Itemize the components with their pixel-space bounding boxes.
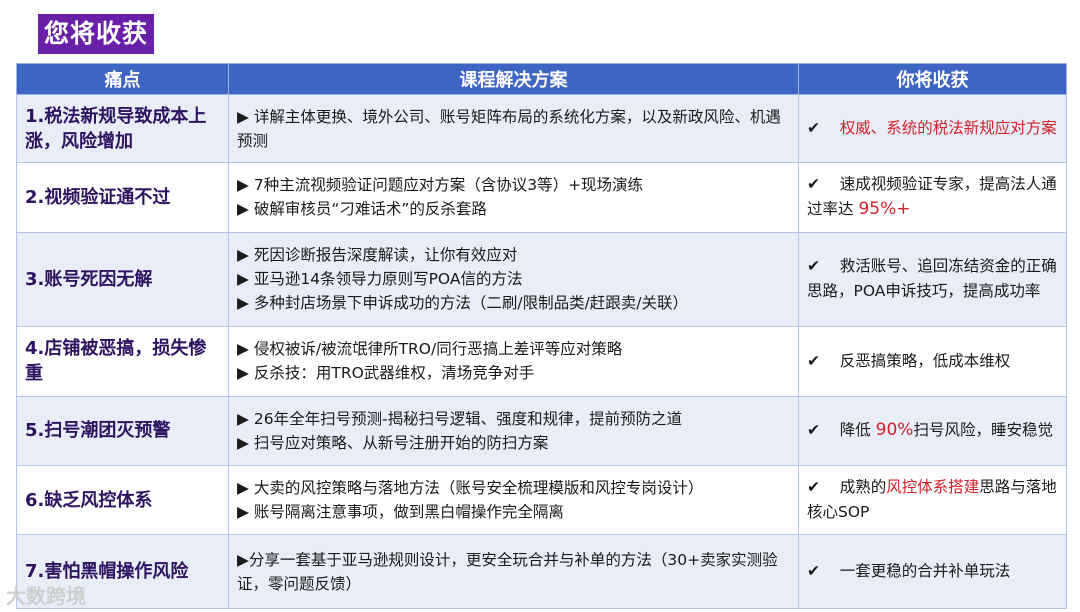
- pain-cell: 2.视频验证通不过: [16, 162, 229, 233]
- check-icon: ✔: [807, 257, 820, 276]
- benefits-table: 痛点 课程解决方案 你将收获 1.税法新规导致成本上涨，风险增加 ▶ 详解主体更…: [16, 63, 1067, 609]
- solution-line: ▶ 账号隔离注意事项，做到黑白帽操作完全隔离: [237, 503, 564, 522]
- check-icon: ✔: [807, 421, 820, 440]
- header-gain: 你将收获: [798, 63, 1067, 95]
- solution-cell: ▶ 26年全年扫号预测-揭秘扫号逻辑、强度和规律，提前预防之道 ▶ 扫号应对策略…: [228, 395, 799, 466]
- pain-cell: 6.缺乏风控体系: [16, 464, 229, 536]
- solution-line: ▶ 7种主流视频验证问题应对方案（含协议3等）+现场演练: [237, 176, 644, 195]
- check-icon: ✔: [807, 478, 820, 497]
- solution-line: ▶分享一套基于亚马逊规则设计，更安全玩合并与补单的方法（30+卖家实测验证，零问…: [237, 550, 778, 593]
- gain-cell: ✔ 速成视频验证专家，提高法人通过率达 95%+: [798, 162, 1067, 233]
- solution-cell: ▶ 大卖的风控策略与落地方法（账号安全梳理模版和风控专岗设计） ▶ 账号隔离注意…: [228, 464, 799, 536]
- gain-text: 成熟的: [839, 478, 887, 497]
- table-row: 2.视频验证通不过 ▶ 7种主流视频验证问题应对方案（含协议3等）+现场演练 ▶…: [16, 162, 1067, 233]
- header-solution: 课程解决方案: [228, 63, 799, 95]
- solution-line: ▶ 反杀技：用TRO武器维权，清场竞争对手: [237, 364, 535, 383]
- gain-cell: ✔ 成熟的风控体系搭建思路与落地核心SOP: [798, 464, 1067, 536]
- solution-line: ▶ 扫号应对策略、从新号注册开始的防扫方案: [237, 433, 549, 452]
- solution-line: ▶ 亚马逊14条领导力原则写POA信的方法: [237, 270, 523, 289]
- gain-text: 速成视频验证专家，提高法人通过率达: [807, 175, 1057, 219]
- table-row: 4.店铺被恶搞，损失惨重 ▶ 侵权被诉/被流氓律所TRO/同行恶搞上差评等应对策…: [16, 326, 1067, 397]
- solution-cell: ▶ 侵权被诉/被流氓律所TRO/同行恶搞上差评等应对策略 ▶ 反杀技：用TRO武…: [228, 326, 799, 397]
- check-icon: ✔: [807, 562, 820, 581]
- gain-highlight: 风控体系搭建: [886, 478, 980, 497]
- solution-cell: ▶ 详解主体更换、境外公司、账号矩阵布局的系统化方案，以及新政风险、机遇预测: [228, 93, 799, 164]
- gain-cell: ✔ 反恶搞策略，低成本维权: [798, 326, 1067, 397]
- header-pain: 痛点: [16, 63, 229, 95]
- gain-text: 反恶搞策略，低成本维权: [839, 351, 1011, 370]
- gain-highlight: 权威、系统的税法新规应对方案: [839, 119, 1057, 138]
- check-icon: ✔: [807, 119, 820, 138]
- solution-line: ▶ 多种封店场景下申诉成功的方法（二刷/限制品类/赶跟卖/关联）: [237, 294, 689, 313]
- solution-cell: ▶ 7种主流视频验证问题应对方案（含协议3等）+现场演练 ▶ 破解审核员“刁难话…: [228, 162, 799, 233]
- solution-line: ▶ 详解主体更换、境外公司、账号矩阵布局的系统化方案，以及新政风险、机遇预测: [237, 107, 781, 150]
- solution-cell: ▶分享一套基于亚马逊规则设计，更安全玩合并与补单的方法（30+卖家实测验证，零问…: [228, 534, 799, 609]
- solution-line: ▶ 26年全年扫号预测-揭秘扫号逻辑、强度和规律，提前预防之道: [237, 409, 683, 428]
- gain-highlight: 95%+: [858, 199, 911, 220]
- gain-text: 一套更稳的合并补单玩法: [839, 562, 1011, 581]
- gain-cell: ✔ 一套更稳的合并补单玩法: [798, 534, 1067, 609]
- pain-cell: 1.税法新规导致成本上涨，风险增加: [16, 93, 229, 164]
- gain-highlight: 90%: [875, 420, 914, 441]
- gain-cell: ✔ 降低 90%扫号风险，睡安稳觉: [798, 395, 1067, 466]
- table-row: 7.害怕黑帽操作风险 ▶分享一套基于亚马逊规则设计，更安全玩合并与补单的方法（3…: [16, 534, 1067, 609]
- check-icon: ✔: [807, 351, 820, 370]
- check-icon: ✔: [807, 175, 820, 194]
- table-row: 1.税法新规导致成本上涨，风险增加 ▶ 详解主体更换、境外公司、账号矩阵布局的系…: [16, 93, 1067, 164]
- solution-line: ▶ 侵权被诉/被流氓律所TRO/同行恶搞上差评等应对策略: [237, 340, 623, 359]
- pain-cell: 5.扫号潮团灭预警: [16, 395, 229, 466]
- gain-text: 救活账号、追回冻结资金的正确思路，POA申诉技巧，提高成功率: [807, 257, 1057, 301]
- solution-line: ▶ 死因诊断报告深度解读，让你有效应对: [237, 246, 518, 265]
- gain-cell: ✔ 救活账号、追回冻结资金的正确思路，POA申诉技巧，提高成功率: [798, 231, 1067, 328]
- gain-text: 降低: [839, 421, 876, 440]
- table-row: 5.扫号潮团灭预警 ▶ 26年全年扫号预测-揭秘扫号逻辑、强度和规律，提前预防之…: [16, 395, 1067, 466]
- table-row: 6.缺乏风控体系 ▶ 大卖的风控策略与落地方法（账号安全梳理模版和风控专岗设计）…: [16, 464, 1067, 536]
- solution-line: ▶ 大卖的风控策略与落地方法（账号安全梳理模版和风控专岗设计）: [237, 479, 704, 498]
- table-row: 3.账号死因无解 ▶ 死因诊断报告深度解读，让你有效应对 ▶ 亚马逊14条领导力…: [16, 231, 1067, 328]
- gain-cell: ✔ 权威、系统的税法新规应对方案: [798, 93, 1067, 164]
- table-header-row: 痛点 课程解决方案 你将收获: [16, 63, 1067, 95]
- pain-cell: 4.店铺被恶搞，损失惨重: [16, 326, 229, 397]
- solution-line: ▶ 破解审核员“刁难话术”的反杀套路: [237, 200, 487, 219]
- solution-cell: ▶ 死因诊断报告深度解读，让你有效应对 ▶ 亚马逊14条领导力原则写POA信的方…: [228, 231, 799, 328]
- gain-text-tail: 扫号风险，睡安稳觉: [913, 421, 1053, 440]
- page-title: 您将收获: [38, 14, 155, 54]
- watermark: 大数跨境: [6, 584, 86, 608]
- pain-cell: 3.账号死因无解: [16, 231, 229, 328]
